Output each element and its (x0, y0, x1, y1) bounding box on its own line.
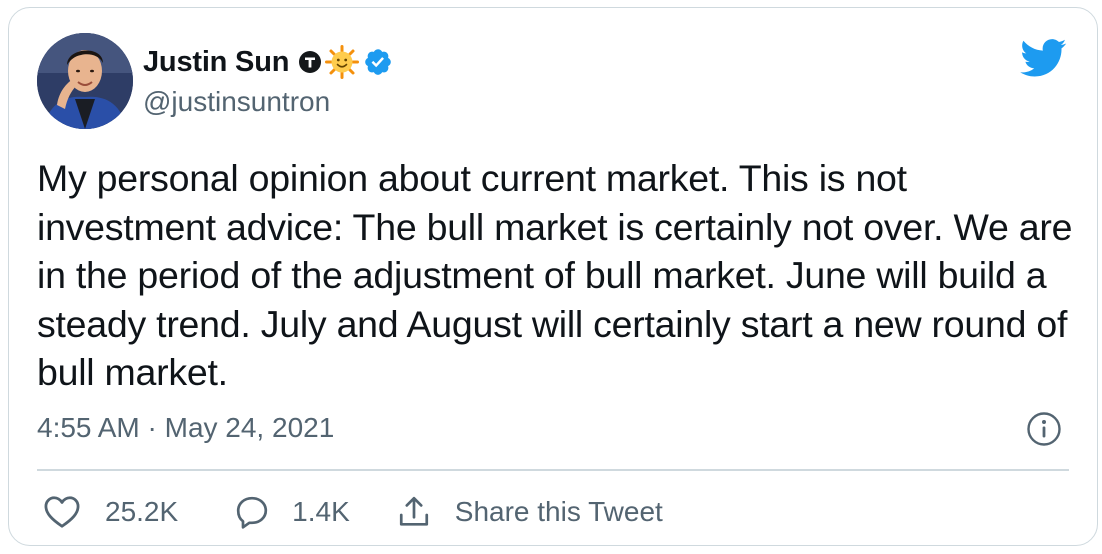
tron-icon (298, 50, 322, 74)
divider (37, 469, 1069, 471)
verified-icon (363, 47, 393, 77)
share-button[interactable]: Share this Tweet (396, 494, 663, 530)
avatar-photo (37, 33, 133, 129)
like-button[interactable]: 25.2K (43, 495, 178, 529)
info-icon[interactable] (1026, 411, 1062, 452)
sun-emoji-icon (324, 44, 360, 80)
tweet-card[interactable]: Justin Sun @justinsuntron My personal op… (8, 7, 1098, 546)
like-count: 25.2K (105, 496, 179, 527)
tweet-text: My personal opinion about current market… (37, 157, 1083, 393)
twitter-bird-icon[interactable] (1020, 39, 1067, 82)
reply-icon (237, 496, 268, 529)
author-handle[interactable]: @justinsuntron (143, 86, 330, 118)
reply-count: 1.4K (292, 496, 350, 527)
heart-icon (44, 496, 80, 528)
tweet-timestamp[interactable]: 4:55 AM · May 24, 2021 (37, 412, 334, 444)
share-label: Share this Tweet (454, 496, 663, 527)
share-icon (399, 496, 428, 526)
author-name-row[interactable]: Justin Sun (143, 44, 393, 80)
avatar[interactable] (37, 33, 133, 129)
display-name[interactable]: Justin Sun (143, 46, 289, 79)
action-bar: 25.2K 1.4K Share this Tweet (43, 489, 663, 535)
reply-button[interactable]: 1.4K (234, 494, 350, 530)
